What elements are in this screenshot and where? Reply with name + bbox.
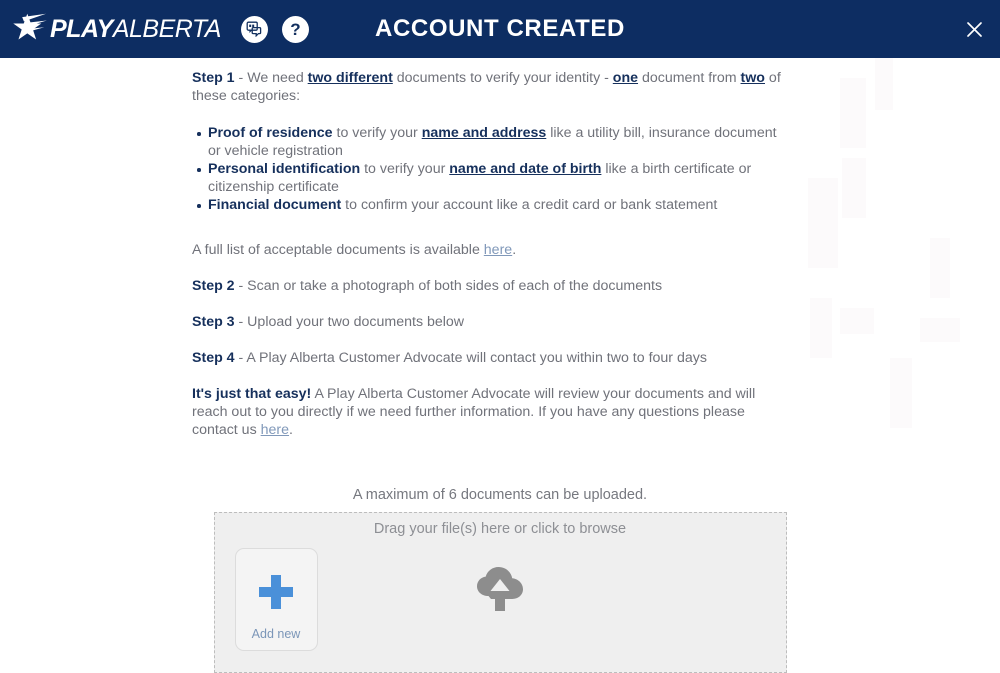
step1-label: Step 1 — [192, 70, 235, 86]
max-documents-note: A maximum of 6 documents can be uploaded… — [352, 487, 648, 504]
dropzone-label: Drag your file(s) here or click to brows… — [373, 521, 627, 538]
category-mid: to confirm your account like a credit ca… — [341, 197, 718, 214]
step4-label: Step 4 — [192, 350, 235, 367]
closing-bold: It's just that easy! — [192, 386, 312, 403]
full-list-post: . — [512, 242, 517, 259]
step3-label: Step 3 — [192, 314, 235, 331]
step3-text: - Upload your two documents below — [234, 314, 465, 331]
full-list-paragraph: A full list of acceptable documents is a… — [192, 241, 792, 259]
step1-bold-two-different: two different — [307, 70, 393, 86]
list-item: Proof of residence to verify your name a… — [197, 124, 792, 160]
question-mark-icon: ? — [290, 19, 301, 39]
file-dropzone[interactable]: Drag your file(s) here or click to brows… — [213, 512, 787, 673]
cloud-upload-icon — [477, 567, 523, 612]
header-icon-group: ? — [240, 15, 309, 43]
plus-icon — [259, 574, 293, 609]
step1-paragraph: Step 1 - We need two different documents… — [192, 69, 792, 105]
chat-bubble-icon — [247, 21, 262, 37]
chat-button[interactable] — [240, 15, 268, 43]
step1-text3: document from — [638, 70, 741, 86]
step1-text2: documents to verify your identity - — [392, 70, 613, 86]
logo-alberta: ALBERTA — [112, 14, 222, 43]
closing-paragraph: It's just that easy! A Play Alberta Cust… — [192, 385, 792, 439]
step1-bold-two: two — [740, 70, 765, 86]
step1-dash: - — [234, 70, 248, 86]
help-button[interactable]: ? — [281, 15, 309, 43]
document-category-list: Proof of residence to verify your name a… — [192, 124, 792, 214]
list-item: Personal identification to verify your n… — [197, 160, 792, 196]
step4-paragraph: Step 4 - A Play Alberta Customer Advocat… — [192, 349, 792, 367]
step4-text: - A Play Alberta Customer Advocate will … — [234, 350, 707, 367]
category-underline: name and address — [421, 125, 547, 142]
category-title: Financial document — [208, 197, 342, 214]
add-new-tile[interactable]: Add new — [234, 548, 318, 652]
instructions-column: Step 1 - We need two different documents… — [192, 58, 792, 439]
category-title: Proof of residence — [208, 125, 333, 142]
category-mid: to verify your — [360, 161, 450, 178]
close-icon — [966, 21, 982, 37]
contact-us-link[interactable]: here — [261, 422, 289, 438]
acceptable-documents-link[interactable]: here — [484, 242, 512, 258]
brand-logo[interactable]: PLAYALBERTA — [10, 12, 221, 46]
category-title: Personal identification — [208, 161, 361, 178]
category-underline: name and date of birth — [449, 161, 602, 178]
step1-bold-one: one — [612, 70, 639, 86]
brand-logo-text: PLAYALBERTA — [50, 14, 222, 43]
step2-label: Step 2 — [192, 278, 235, 295]
step3-paragraph: Step 3 - Upload your two documents below — [192, 313, 792, 331]
star-logo-icon — [13, 13, 47, 40]
logo-play: PLAY — [50, 14, 113, 43]
add-new-label: Add new — [251, 627, 301, 642]
closing-post: . — [289, 422, 293, 439]
app-header: PLAYALBERTA ? ACCOUNT CREATED — [0, 0, 1000, 58]
main-content: Step 1 - We need two different documents… — [0, 58, 1000, 673]
close-button[interactable] — [962, 17, 986, 41]
step2-paragraph: Step 2 - Scan or take a photograph of bo… — [192, 277, 792, 295]
category-mid: to verify your — [332, 125, 422, 142]
step2-text: - Scan or take a photograph of both side… — [234, 278, 663, 295]
step1-text1: We need — [247, 70, 308, 86]
full-list-pre: A full list of acceptable documents is a… — [192, 242, 484, 259]
list-item: Financial document to confirm your accou… — [197, 196, 792, 214]
